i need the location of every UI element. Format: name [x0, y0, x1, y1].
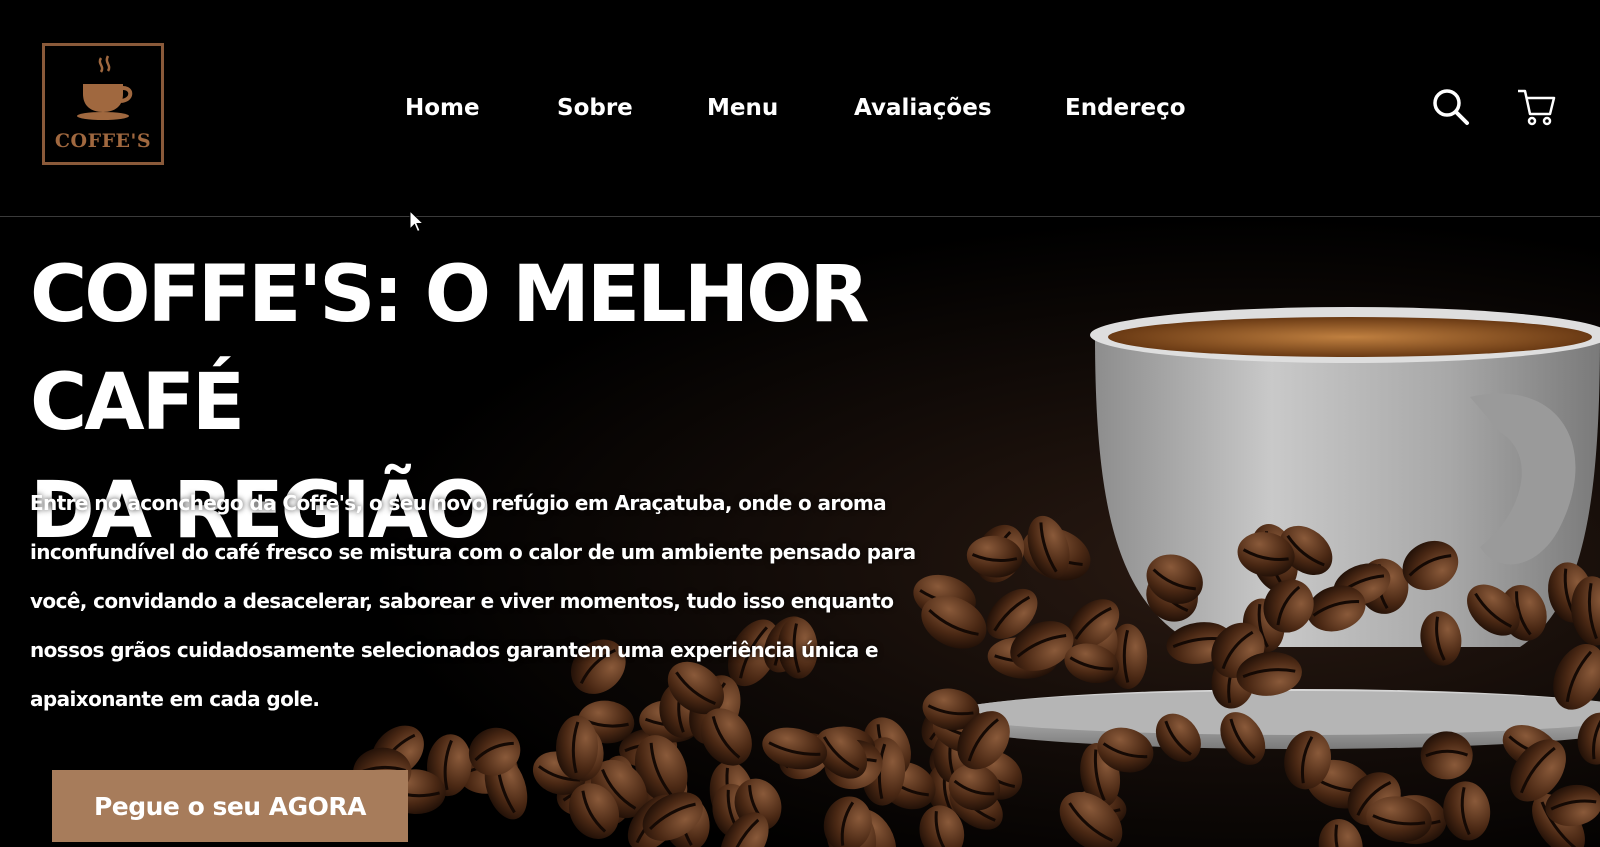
cart-icon [1518, 89, 1556, 126]
hero-title-line-1: COFFE'S: O MELHOR CAFÉ [30, 250, 870, 448]
main-nav: Home Sobre Menu Avaliações Endereço [0, 88, 1600, 128]
nav-item-home[interactable]: Home [405, 88, 480, 128]
nav-item-avaliacoes[interactable]: Avaliações [854, 88, 992, 128]
order-now-button[interactable]: Pegue o seu AGORA [52, 770, 408, 842]
site-header: COFFE'S Home Sobre Menu Avaliações Ender… [0, 0, 1600, 217]
mouse-cursor-icon [409, 210, 425, 233]
page: COFFE'S Home Sobre Menu Avaliações Ender… [0, 0, 1600, 847]
nav-item-menu[interactable]: Menu [707, 88, 778, 128]
nav-item-endereco[interactable]: Endereço [1065, 88, 1186, 128]
cart-button[interactable] [1516, 86, 1558, 128]
nav-item-sobre[interactable]: Sobre [557, 88, 633, 128]
hero-description: Entre no aconchego da Coffe's, o seu nov… [30, 491, 916, 711]
search-button[interactable] [1430, 86, 1472, 128]
logo-text: COFFE'S [54, 130, 152, 152]
search-icon [1433, 89, 1469, 125]
hero-section: COFFE'S: O MELHOR CAFÉ DA REGIÃO Entre no… [0, 217, 1600, 847]
